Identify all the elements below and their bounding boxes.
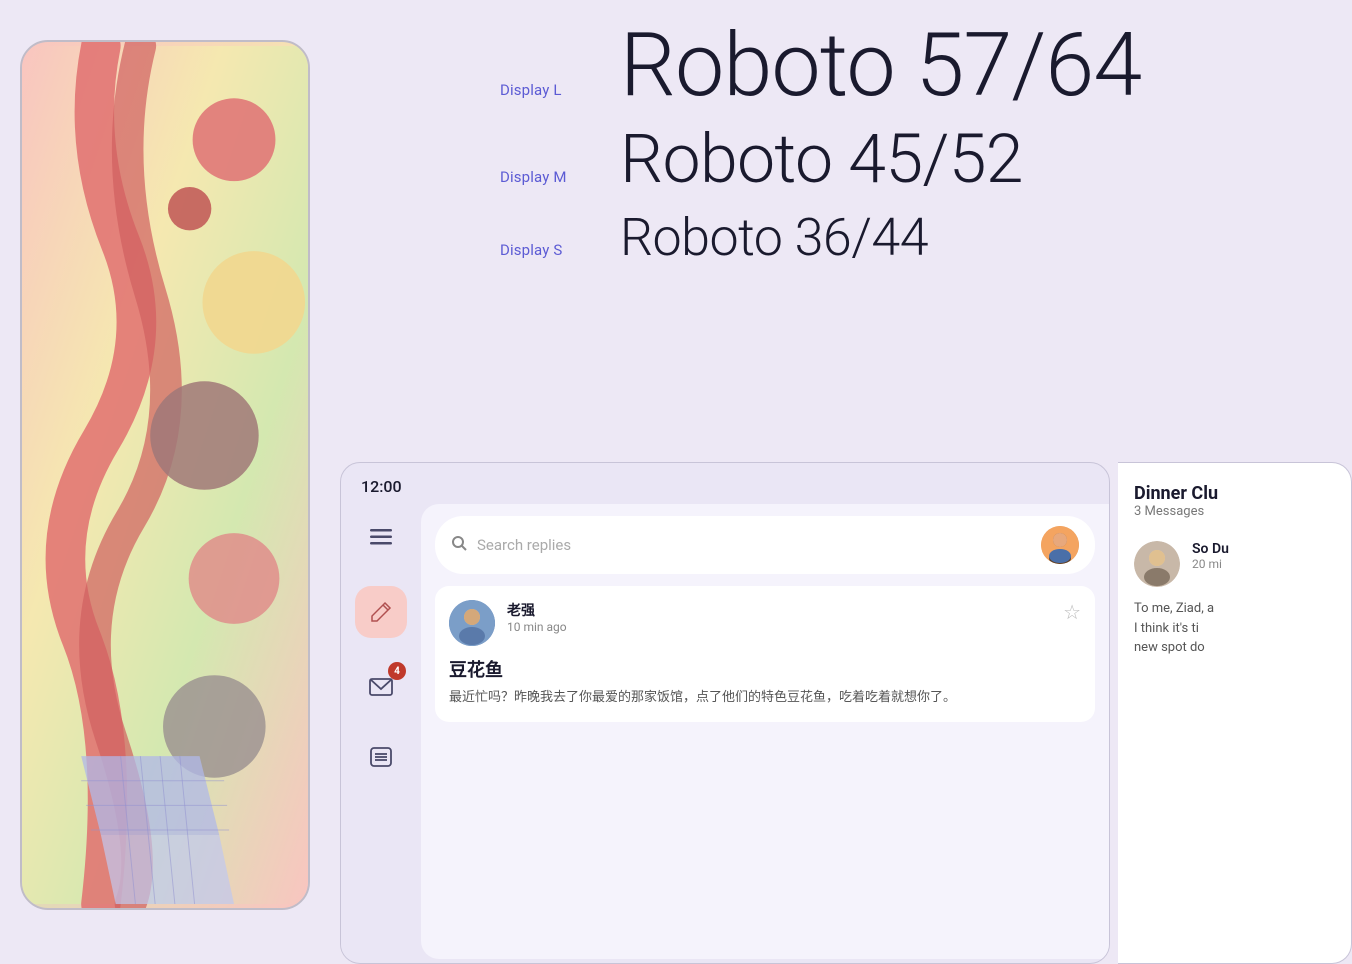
right-panel-header: Dinner Clu 3 Messages — [1118, 463, 1351, 529]
message-meta: 老强 10 min ago — [507, 600, 1051, 634]
user-avatar[interactable] — [1041, 526, 1079, 564]
rp-message-time: 20 mi — [1192, 557, 1335, 571]
type-row-display-m: Display M Roboto 45/52 — [500, 122, 1330, 197]
sender-avatar — [449, 600, 495, 646]
rp-preview-block: To me, Ziad, a I think it's ti new spot … — [1118, 599, 1351, 658]
message-preview: 最近忙吗？昨晚我去了你最爱的那家饭馆，点了他们的特色豆花鱼，吃着吃着就想你了。 — [449, 688, 1081, 708]
status-bar: 12:00 — [341, 463, 1109, 504]
message-time: 10 min ago — [507, 620, 1051, 634]
right-panel: Dinner Clu 3 Messages So Du 20 mi To me,… — [1118, 462, 1352, 964]
compose-fab-button[interactable] — [355, 586, 407, 638]
content-area: Display L Roboto 57/64 Display M Roboto … — [330, 0, 1352, 964]
rp-preview-line1: To me, Ziad, a — [1134, 599, 1335, 619]
type-display-s: Roboto 36/44 — [620, 207, 928, 269]
type-row-display-l: Display L Roboto 57/64 — [500, 20, 1330, 112]
rp-sender-avatar — [1134, 541, 1180, 587]
phone-mockup — [0, 0, 330, 964]
type-display-l: Roboto 57/64 — [620, 20, 1141, 112]
typography-section: Display L Roboto 57/64 Display M Roboto … — [500, 20, 1330, 280]
rp-preview-line2: I think it's ti — [1134, 619, 1335, 639]
type-label-display-m: Display M — [500, 168, 620, 186]
search-bar[interactable]: Search replies — [435, 516, 1095, 574]
right-panel-item[interactable]: So Du 20 mi — [1118, 529, 1351, 599]
card-main-content: Search replies — [421, 504, 1109, 959]
inbox-icon[interactable]: 4 — [360, 666, 402, 708]
search-icon — [451, 535, 467, 555]
rp-preview-line3: new spot do — [1134, 638, 1335, 658]
list-icon[interactable] — [360, 736, 402, 778]
type-label-display-s: Display S — [500, 241, 620, 259]
sender-name: 老强 — [507, 600, 1051, 620]
message-subject: 豆花鱼 — [449, 656, 1081, 682]
rp-sender-name: So Du — [1192, 541, 1335, 557]
card-sidebar: 4 — [341, 504, 421, 959]
right-panel-title: Dinner Clu — [1134, 483, 1335, 504]
rp-meta: So Du 20 mi — [1192, 541, 1335, 571]
ui-card: 12:00 — [340, 462, 1110, 964]
type-row-display-s: Display S Roboto 36/44 — [500, 207, 1330, 269]
type-display-m: Roboto 45/52 — [620, 122, 1023, 197]
type-label-display-l: Display L — [500, 81, 620, 99]
status-time: 12:00 — [361, 477, 402, 496]
message-item[interactable]: 老强 10 min ago ☆ 豆花鱼 最近忙吗？昨晚我去了你最爱的那家饭馆，点… — [435, 586, 1095, 722]
inbox-badge: 4 — [388, 662, 406, 680]
sidebar-menu-icon[interactable] — [360, 516, 402, 558]
star-icon[interactable]: ☆ — [1063, 600, 1081, 624]
right-panel-count: 3 Messages — [1134, 504, 1335, 519]
card-layout: 4 — [341, 504, 1109, 959]
phone-frame — [20, 40, 310, 910]
message-header: 老强 10 min ago ☆ — [449, 600, 1081, 646]
search-input-placeholder: Search replies — [477, 536, 1031, 554]
